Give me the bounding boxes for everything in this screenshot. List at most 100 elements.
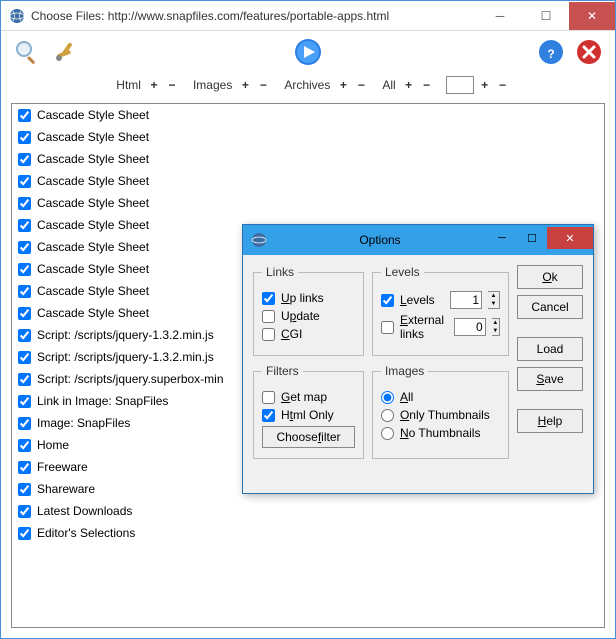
images-group: Images All Only Thumbnails No Thumbnails	[372, 364, 509, 459]
external-spinner[interactable]: ▲▼	[492, 318, 500, 336]
external-checkbox[interactable]	[381, 321, 394, 334]
dialog-app-icon	[251, 232, 267, 248]
html-minus[interactable]: −	[165, 78, 179, 92]
list-item-label: Cascade Style Sheet	[37, 240, 149, 254]
htmlonly-checkbox[interactable]	[262, 409, 275, 422]
images-plus[interactable]: +	[238, 78, 252, 92]
custom-plus[interactable]: +	[478, 78, 492, 92]
images-all-radio[interactable]	[381, 391, 394, 404]
help-icon[interactable]: ?	[535, 36, 567, 68]
list-item-checkbox[interactable]	[18, 153, 31, 166]
images-all-label: All	[400, 390, 413, 404]
list-item-checkbox[interactable]	[18, 527, 31, 540]
list-item[interactable]: Cascade Style Sheet	[12, 126, 604, 148]
levels-input[interactable]	[450, 291, 482, 309]
levels-spinner[interactable]: ▲▼	[488, 291, 500, 309]
list-item[interactable]: Cascade Style Sheet	[12, 104, 604, 126]
play-icon[interactable]	[292, 36, 324, 68]
list-item-label: Latest Downloads	[37, 504, 132, 518]
list-item-checkbox[interactable]	[18, 241, 31, 254]
list-item[interactable]: Cascade Style Sheet	[12, 148, 604, 170]
list-item-label: Cascade Style Sheet	[37, 174, 149, 188]
list-item[interactable]: Cascade Style Sheet	[12, 192, 604, 214]
list-item-checkbox[interactable]	[18, 417, 31, 430]
list-item-checkbox[interactable]	[18, 219, 31, 232]
list-item-checkbox[interactable]	[18, 351, 31, 364]
list-item-checkbox[interactable]	[18, 483, 31, 496]
getmap-label: Get map	[281, 390, 327, 404]
list-item-checkbox[interactable]	[18, 505, 31, 518]
toolbar: ?	[1, 31, 615, 73]
archives-plus[interactable]: +	[336, 78, 350, 92]
settings-icon[interactable]	[49, 36, 81, 68]
close-button[interactable]: ✕	[569, 2, 615, 30]
list-item[interactable]: Latest Downloads	[12, 500, 604, 522]
external-label: External links	[400, 313, 448, 341]
list-item-checkbox[interactable]	[18, 175, 31, 188]
list-item-checkbox[interactable]	[18, 131, 31, 144]
levels-checkbox[interactable]	[381, 294, 394, 307]
dialog-title: Options	[273, 233, 487, 247]
list-item-checkbox[interactable]	[18, 461, 31, 474]
htmlonly-label: Html Only	[281, 408, 334, 422]
list-item-label: Cascade Style Sheet	[37, 196, 149, 210]
update-checkbox[interactable]	[262, 310, 275, 323]
list-item-label: Cascade Style Sheet	[37, 306, 149, 320]
uplinks-checkbox[interactable]	[262, 292, 275, 305]
filter-html-label: Html	[116, 78, 141, 92]
list-item-label: Script: /scripts/jquery.superbox-min	[37, 372, 224, 386]
load-button[interactable]: Load	[517, 337, 583, 361]
maximize-button[interactable]: ☐	[523, 2, 569, 30]
filter-archives-label: Archives	[284, 78, 330, 92]
list-item-checkbox[interactable]	[18, 197, 31, 210]
dialog-titlebar: Options ─ ☐ ✕	[243, 225, 593, 255]
dialog-buttons: Ok Cancel Load Save Help	[517, 265, 583, 459]
list-item-label: Script: /scripts/jquery-1.3.2.min.js	[37, 328, 214, 342]
cgi-checkbox[interactable]	[262, 328, 275, 341]
filter-input[interactable]	[446, 76, 474, 94]
all-plus[interactable]: +	[402, 78, 416, 92]
list-item-checkbox[interactable]	[18, 109, 31, 122]
cancel-icon[interactable]	[573, 36, 605, 68]
cgi-label: CGI	[281, 327, 302, 341]
dialog-maximize-button[interactable]: ☐	[517, 227, 547, 249]
archives-minus[interactable]: −	[354, 78, 368, 92]
dialog-close-button[interactable]: ✕	[547, 227, 593, 249]
list-item-label: Link in Image: SnapFiles	[37, 394, 168, 408]
list-item[interactable]: Cascade Style Sheet	[12, 170, 604, 192]
list-item-checkbox[interactable]	[18, 439, 31, 452]
custom-minus[interactable]: −	[496, 78, 510, 92]
choose-filter-button[interactable]: Choose filter	[262, 426, 355, 448]
images-minus[interactable]: −	[256, 78, 270, 92]
list-item-checkbox[interactable]	[18, 307, 31, 320]
cancel-button[interactable]: Cancel	[517, 295, 583, 319]
list-item-checkbox[interactable]	[18, 329, 31, 342]
getmap-checkbox[interactable]	[262, 391, 275, 404]
images-only-radio[interactable]	[381, 409, 394, 422]
ok-button[interactable]: Ok	[517, 265, 583, 289]
links-legend: Links	[262, 265, 298, 279]
list-item-checkbox[interactable]	[18, 373, 31, 386]
filters-group: Filters Get map Html Only Choose filter	[253, 364, 364, 459]
list-item-label: Shareware	[37, 482, 95, 496]
list-item[interactable]: Editor's Selections	[12, 522, 604, 544]
external-input[interactable]	[454, 318, 486, 336]
list-item-checkbox[interactable]	[18, 263, 31, 276]
list-item-label: Cascade Style Sheet	[37, 108, 149, 122]
all-minus[interactable]: −	[420, 78, 434, 92]
app-icon	[9, 8, 25, 24]
dialog-minimize-button[interactable]: ─	[487, 227, 517, 249]
save-button[interactable]: Save	[517, 367, 583, 391]
filters-legend: Filters	[262, 364, 303, 378]
options-dialog: Options ─ ☐ ✕ Links Up links Update CGI …	[242, 224, 594, 494]
images-none-radio[interactable]	[381, 427, 394, 440]
list-item-label: Cascade Style Sheet	[37, 262, 149, 276]
images-legend: Images	[381, 364, 428, 378]
search-icon[interactable]	[11, 36, 43, 68]
html-plus[interactable]: +	[147, 78, 161, 92]
list-item-checkbox[interactable]	[18, 285, 31, 298]
minimize-button[interactable]: ─	[477, 2, 523, 30]
window-title: Choose Files: http://www.snapfiles.com/f…	[31, 9, 477, 23]
list-item-checkbox[interactable]	[18, 395, 31, 408]
help-button[interactable]: Help	[517, 409, 583, 433]
